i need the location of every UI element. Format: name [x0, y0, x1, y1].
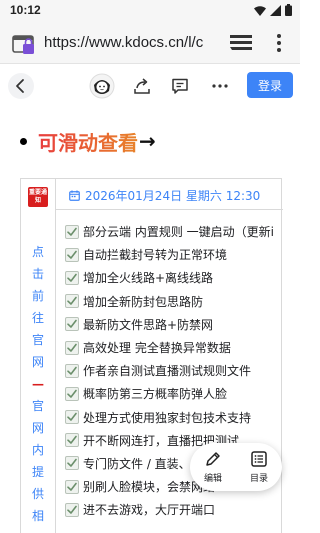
check-box-icon: [65, 479, 79, 494]
back-arrow-icon: [8, 73, 34, 99]
floating-action-bar: 编辑 目录: [190, 443, 282, 491]
list-item-text: 作者亲自测试直播测试规则文件: [83, 364, 252, 379]
toc-label: 目录: [249, 474, 268, 484]
check-box-icon: [65, 294, 79, 309]
more-icon: [212, 84, 228, 88]
date-text: 2026年01月24日 星期六 12:30: [85, 189, 261, 203]
page-heading: 可滑动查看 →: [20, 126, 156, 156]
list-item: 增加全火线路+离线线路: [65, 266, 283, 289]
comment-button[interactable]: [167, 73, 193, 99]
reader-mode-icon[interactable]: [230, 34, 252, 52]
list-item-text: 最新防文件思路+防禁网: [83, 317, 214, 332]
bullet-dot: [20, 137, 27, 145]
edit-button[interactable]: 编辑: [190, 443, 236, 491]
announcement-date: 2026年01月24日 星期六 12:30: [69, 187, 260, 204]
list-item: 自动拦截封号转为正常环境: [65, 243, 283, 266]
site-info-icon[interactable]: [12, 33, 36, 55]
avatar[interactable]: [89, 73, 115, 99]
login-button[interactable]: 登录: [247, 72, 293, 98]
vertical-link-char: 往: [31, 311, 44, 325]
back-button[interactable]: [8, 73, 34, 99]
official-site-link[interactable]: 点击前往官网 — 官网内提供相: [21, 241, 55, 527]
vertical-link-char: 官: [31, 333, 44, 347]
list-item-text: 专门防文件 / 直装、: [83, 456, 191, 471]
share-button[interactable]: [129, 73, 155, 99]
list-item-text: 部分云端 内置规则 一键启动（更新i: [83, 225, 274, 240]
list-item-text: 增加全火线路+离线线路: [83, 271, 214, 286]
vertical-link-char: 网: [31, 355, 44, 369]
column-divider: [55, 179, 56, 533]
check-box-icon: [65, 247, 79, 262]
list-item: 进不去游戏，大厅开端口: [65, 498, 283, 521]
list-item: 高效处理 完全替换异常数据: [65, 336, 283, 359]
vertical-link-char: 点: [31, 245, 44, 259]
list-item: 部分云端 内置规则 一键启动（更新i: [65, 220, 283, 243]
check-box-icon: [65, 433, 79, 448]
vertical-link-char: 官: [31, 399, 44, 413]
table-of-contents-icon: [251, 451, 267, 467]
calendar-icon: [69, 190, 80, 201]
comment-icon: [172, 78, 188, 94]
share-icon: [134, 78, 150, 94]
header-divider: [55, 209, 283, 210]
vertical-link-char: 内: [31, 443, 44, 457]
list-item: 概率防第三方概率防弹人脸: [65, 382, 283, 405]
list-item-text: 处理方式使用独家封包技术支持: [83, 410, 252, 425]
more-button[interactable]: [207, 73, 233, 99]
url-text[interactable]: https://www.kdocs.cn/l/c: [44, 34, 220, 51]
vertical-link-char: 前: [31, 289, 44, 303]
user-avatar-icon: [89, 73, 115, 99]
edit-pencil-icon: [206, 452, 220, 466]
list-item-text: 增加全新防封包思路防: [83, 294, 204, 309]
heading-title: 可滑动查看: [38, 127, 138, 156]
check-box-icon: [65, 386, 79, 401]
check-box-icon: [65, 270, 79, 285]
browser-url-bar: https://www.kdocs.cn/l/c: [0, 22, 300, 64]
list-item: 作者亲自测试直播测试规则文件: [65, 359, 283, 382]
vertical-link-char: 供: [31, 487, 44, 501]
heading-arrow: →: [139, 129, 156, 153]
list-item-text: 高效处理 完全替换异常数据: [83, 341, 231, 356]
status-bar: 10:12: [0, 0, 300, 22]
list-item: 处理方式使用独家封包技术支持: [65, 406, 283, 429]
browser-menu-icon[interactable]: [274, 32, 284, 54]
list-item-text: 自动拦截封号转为正常环境: [83, 248, 228, 263]
check-box-icon: [65, 340, 79, 355]
vertical-link-char: 相: [31, 509, 44, 523]
vertical-link-char: 网: [31, 421, 44, 435]
important-notice-badge: 重要通知: [28, 187, 48, 207]
list-item: 增加全新防封包思路防: [65, 290, 283, 313]
battery-icon: [285, 4, 292, 16]
wifi-icon: [254, 5, 266, 16]
signal-icon: [270, 4, 281, 16]
status-icons: [254, 4, 292, 16]
list-item: 最新防文件思路+防禁网: [65, 313, 283, 336]
check-box-icon: [65, 224, 79, 239]
check-box-icon: [65, 502, 79, 517]
vertical-link-char: 击: [31, 267, 44, 281]
check-box-icon: [65, 456, 79, 471]
check-box-icon: [65, 317, 79, 332]
status-time: 10:12: [10, 3, 41, 17]
vertical-link-char: 提: [31, 465, 44, 479]
vertical-link-char: —: [32, 377, 44, 391]
toc-button[interactable]: 目录: [236, 443, 282, 491]
check-box-icon: [65, 410, 79, 425]
list-item-text: 概率防第三方概率防弹人脸: [83, 387, 228, 402]
edit-label: 编辑: [203, 474, 222, 484]
check-box-icon: [65, 363, 79, 378]
list-item-text: 进不去游戏，大厅开端口: [83, 503, 216, 518]
